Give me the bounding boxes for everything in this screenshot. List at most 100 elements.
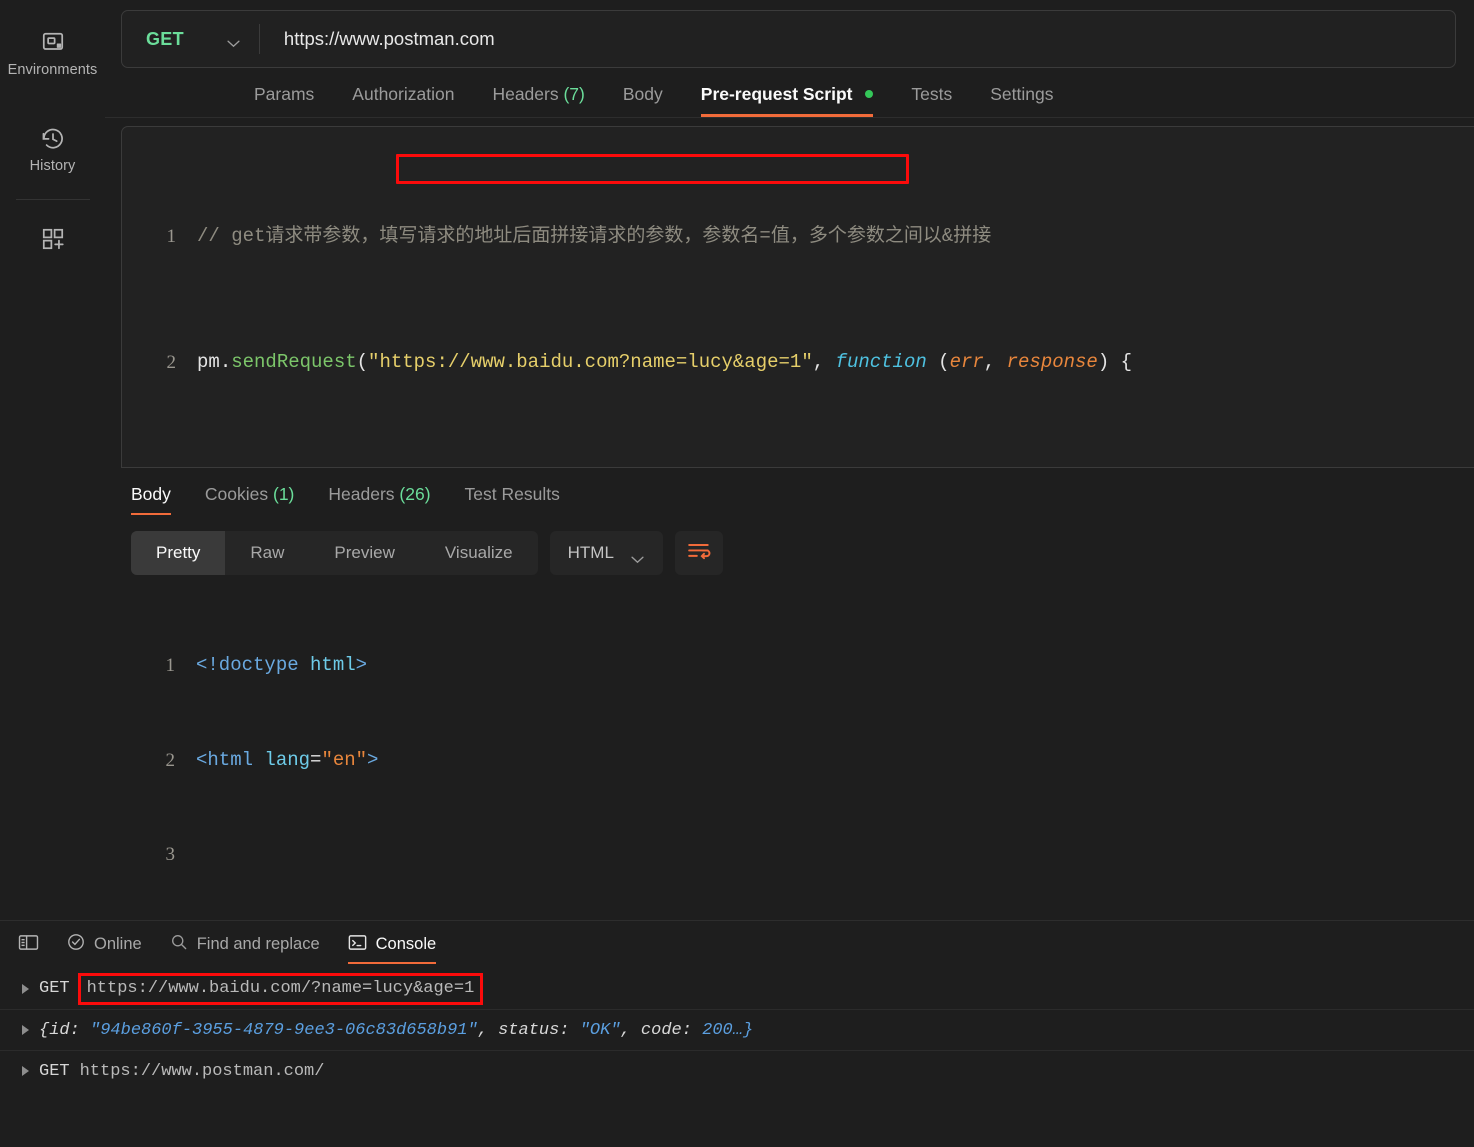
request-tabs: Params Authorization Headers (7) Body Pr… xyxy=(105,68,1474,118)
console-button[interactable]: Console xyxy=(334,921,451,968)
response-tab-test-results[interactable]: Test Results xyxy=(448,483,577,516)
view-mode-label: Visualize xyxy=(444,543,513,563)
code-text: <html lang="en"> xyxy=(196,748,379,771)
console-log-list[interactable]: GET https://www.baidu.com/?name=lucy&age… xyxy=(0,968,1474,1147)
sidebar-item-environments[interactable]: Environments xyxy=(0,22,105,88)
console-entry[interactable]: GET https://www.postman.com/ xyxy=(0,1050,1474,1091)
url-bar-wrapper: GET https://www.postman.com xyxy=(105,0,1474,68)
json-status-value: "OK" xyxy=(579,1020,621,1040)
view-mode-label: Pretty xyxy=(156,543,201,563)
tab-label: Headers xyxy=(328,483,395,504)
tab-count: (1) xyxy=(273,483,295,504)
sidebar-item-new-module[interactable] xyxy=(0,218,105,262)
expand-triangle-icon[interactable] xyxy=(22,983,29,994)
expand-triangle-icon[interactable] xyxy=(22,1025,29,1035)
find-label: Find and replace xyxy=(196,935,320,953)
tab-label: Body xyxy=(131,483,171,504)
sidebar-layout-icon xyxy=(18,934,39,956)
modified-dot-icon xyxy=(865,90,874,98)
sidebar-item-history[interactable]: History xyxy=(0,118,105,184)
tab-label: Authorization xyxy=(352,84,455,104)
tab-settings[interactable]: Settings xyxy=(971,84,1072,117)
sidebar-item-label: Environments xyxy=(7,62,98,78)
tab-tests[interactable]: Tests xyxy=(892,84,971,117)
json-mid: , status: xyxy=(477,1020,580,1040)
code-line: 2 pm.sendRequest("https://www.baidu.com?… xyxy=(122,347,1474,379)
tab-label: Tests xyxy=(911,84,953,104)
online-label: Online xyxy=(94,935,142,953)
response-tab-cookies[interactable]: Cookies (1) xyxy=(188,483,312,516)
view-mode-raw[interactable]: Raw xyxy=(225,531,309,575)
console-entry-json: {id: "94be860f-3955-4879-9ee3-06c83d658b… xyxy=(39,1021,753,1040)
console-entry[interactable]: {id: "94be860f-3955-4879-9ee3-06c83d658b… xyxy=(0,1009,1474,1050)
console-entry[interactable]: GET https://www.baidu.com/?name=lucy&age… xyxy=(0,968,1474,1009)
tab-label: Settings xyxy=(990,84,1054,104)
sidebar-divider xyxy=(15,199,90,200)
wrap-lines-button[interactable] xyxy=(674,531,723,576)
code-text: // get请求带参数，填写请求的地址后面拼接请求的参数，参数名=值，多个参数之… xyxy=(197,225,992,247)
online-status[interactable]: Online xyxy=(53,921,156,968)
json-code-value: 200…} xyxy=(702,1020,754,1040)
view-mode-preview[interactable]: Preview xyxy=(309,531,419,575)
method-label: GET xyxy=(146,28,184,49)
view-mode-visualize[interactable]: Visualize xyxy=(420,531,538,575)
environments-icon xyxy=(40,30,66,56)
view-mode-label: Raw xyxy=(250,543,285,563)
script-code-area[interactable]: 1 // get请求带参数，填写请求的地址后面拼接请求的参数，参数名=值，多个参… xyxy=(122,127,1474,467)
main-panel: GET https://www.postman.com Params Autho… xyxy=(105,0,1474,920)
json-mid2: , code: xyxy=(620,1020,703,1040)
code-line: 3 xyxy=(121,839,1474,871)
response-tab-body[interactable]: Body xyxy=(121,483,188,516)
method-selector[interactable]: GET xyxy=(122,11,259,67)
view-mode-group: Pretty Raw Preview Visualize xyxy=(131,531,538,576)
tab-count: (7) xyxy=(563,84,585,104)
response-tabs: Body Cookies (1) Headers (26) Test Resul… xyxy=(121,468,1474,516)
response-tab-headers[interactable]: Headers (26) xyxy=(311,483,447,516)
code-line: 2 <html lang="en"> xyxy=(121,745,1474,777)
line-number: 2 xyxy=(166,352,177,373)
tab-label: Cookies xyxy=(204,483,269,504)
format-label: HTML xyxy=(567,543,614,563)
format-selector[interactable]: HTML xyxy=(549,531,663,576)
sidebar-item-label: History xyxy=(29,157,76,174)
url-input[interactable]: https://www.postman.com xyxy=(260,11,1455,67)
expand-triangle-icon[interactable] xyxy=(22,1066,29,1076)
response-view-toolbar: Pretty Raw Preview Visualize HTML xyxy=(121,515,1474,576)
workspace-top: Environments History GET https://www.pos… xyxy=(0,0,1474,920)
tab-headers[interactable]: Headers (7) xyxy=(473,84,603,117)
line-number: 3 xyxy=(165,844,176,866)
code-text: <!doctype html> xyxy=(196,654,368,677)
tab-label: Body xyxy=(622,84,663,104)
tab-authorization[interactable]: Authorization xyxy=(333,84,473,117)
console-label: Console xyxy=(375,935,437,953)
tab-params[interactable]: Params xyxy=(235,85,333,117)
bottom-bar: Online Find and replace Console GET http… xyxy=(0,920,1474,1147)
console-entry-url: https://www.postman.com/ xyxy=(79,1061,325,1081)
chevron-down-icon xyxy=(226,35,241,47)
left-sidebar: Environments History xyxy=(0,0,105,920)
code-text: pm.sendRequest("https://www.baidu.com?na… xyxy=(197,351,1133,373)
tab-body[interactable]: Body xyxy=(604,84,682,117)
layout-toggle-button[interactable] xyxy=(4,921,53,968)
json-prefix: {id: xyxy=(39,1020,91,1040)
view-mode-label: Preview xyxy=(334,543,395,563)
response-section: Body Cookies (1) Headers (26) Test Resul… xyxy=(121,467,1474,920)
find-and-replace-button[interactable]: Find and replace xyxy=(156,921,334,968)
code-line: 1 // get请求带参数，填写请求的地址后面拼接请求的参数，参数名=值，多个参… xyxy=(122,221,1474,253)
pre-request-script-editor[interactable]: 1 // get请求带参数，填写请求的地址后面拼接请求的参数，参数名=值，多个参… xyxy=(121,125,1474,468)
view-mode-pretty[interactable]: Pretty xyxy=(131,531,226,576)
console-entry-method: GET xyxy=(39,979,70,998)
chevron-down-icon xyxy=(630,549,645,563)
line-number: 2 xyxy=(165,749,176,771)
tab-pre-request-script[interactable]: Pre-request Script xyxy=(682,85,893,117)
tab-count: (26) xyxy=(399,483,431,504)
status-bar: Online Find and replace Console xyxy=(0,921,1474,968)
console-entry-url: https://www.baidu.com/?name=lucy&age=1 xyxy=(77,972,484,1005)
tab-label: Test Results xyxy=(464,483,560,504)
response-body-viewer[interactable]: 1 <!doctype html> 2 <html lang="en"> 3 4… xyxy=(121,587,1474,920)
search-icon xyxy=(170,933,188,956)
history-icon xyxy=(40,126,66,152)
json-id-value: "94be860f-3955-4879-9ee3-06c83d658b91" xyxy=(90,1020,478,1040)
wrap-lines-icon xyxy=(687,541,711,566)
tab-label: Headers xyxy=(492,84,559,104)
